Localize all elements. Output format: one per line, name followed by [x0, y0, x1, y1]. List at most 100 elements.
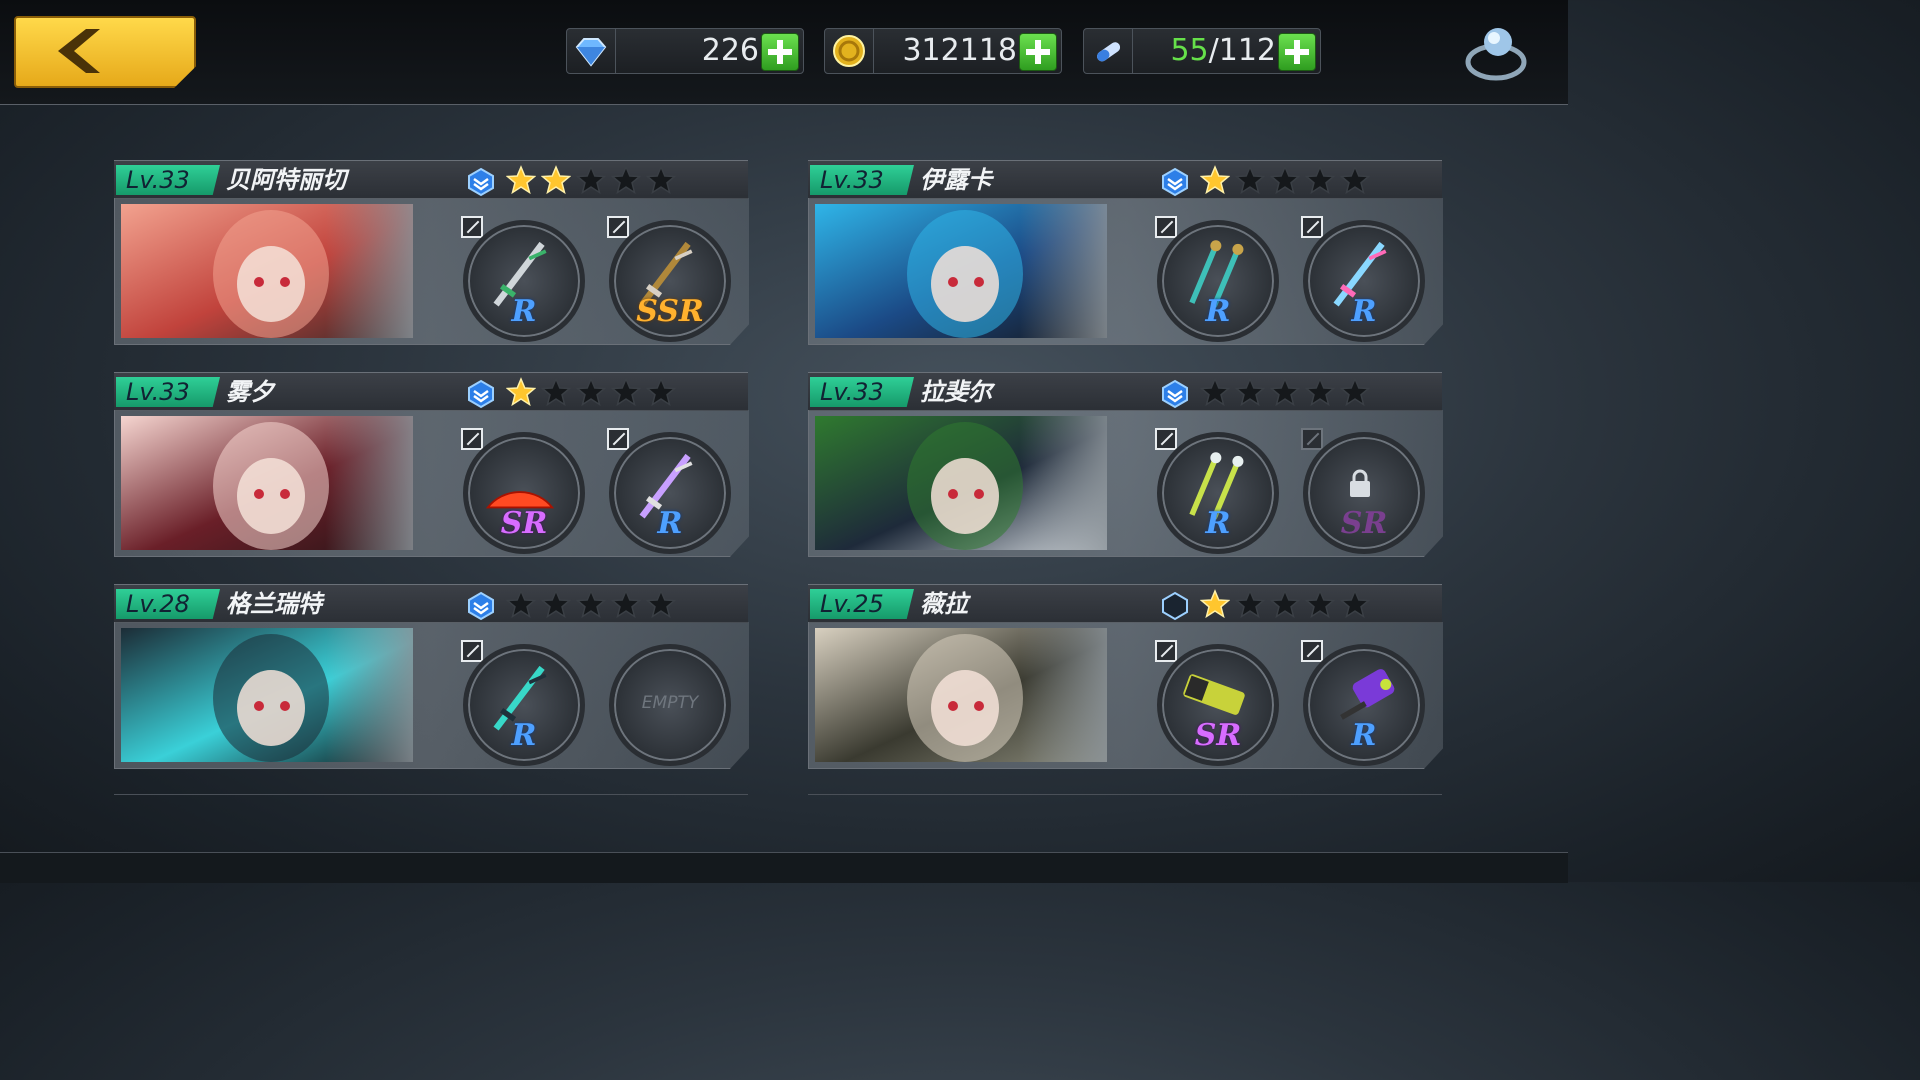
star-empty-icon [1340, 377, 1370, 407]
divider [114, 794, 748, 795]
character-portrait[interactable] [815, 416, 1107, 550]
rank-shield-icon [468, 591, 494, 621]
character-portrait[interactable] [815, 204, 1107, 338]
character-portrait[interactable] [121, 628, 413, 762]
star-empty-icon [541, 377, 571, 407]
weapon-slot[interactable]: SSR [609, 220, 731, 342]
back-button[interactable] [14, 16, 196, 88]
gold-value: 312118 [902, 33, 1017, 68]
weapon-slot[interactable]: R [1303, 644, 1425, 766]
rank-shield-icon [1162, 591, 1188, 621]
star-empty-icon [1340, 589, 1370, 619]
level-badge: Lv.25 [810, 589, 914, 619]
star-rating [1200, 377, 1375, 411]
star-filled-icon [1200, 165, 1230, 195]
divider [808, 794, 1442, 795]
star-empty-icon [576, 589, 606, 619]
level-badge: Lv.28 [116, 589, 220, 619]
card-body: R R [808, 198, 1443, 345]
locked-weapon-slot[interactable]: SR [1303, 432, 1425, 554]
star-empty-icon [1305, 589, 1335, 619]
character-portrait[interactable] [121, 416, 413, 550]
add-diamond-button[interactable] [761, 33, 799, 71]
gold-counter: 312118 [824, 28, 1062, 74]
diamond-counter: 226 [566, 28, 804, 74]
stamina-current: 55 [1170, 33, 1209, 68]
lock-icon [1350, 469, 1370, 497]
portrait-image [815, 204, 1107, 338]
bottom-bar [0, 852, 1568, 883]
weapon-slot[interactable]: SR [1157, 644, 1279, 766]
card-header: Lv.33 拉斐尔 [808, 372, 1442, 411]
card-header: Lv.28 格兰瑞特 [114, 584, 748, 623]
divider [615, 29, 616, 73]
weapon-slot[interactable]: R [463, 220, 585, 342]
character-name: 薇拉 [920, 590, 968, 618]
weapon-slot[interactable]: R [463, 644, 585, 766]
gold-coin-icon [833, 35, 865, 67]
star-empty-icon [1200, 377, 1230, 407]
weapon-slot[interactable]: R [1157, 220, 1279, 342]
star-rating [1200, 589, 1375, 623]
star-empty-icon [646, 377, 676, 407]
portrait-image [815, 416, 1107, 550]
rarity-label: SR [1340, 506, 1388, 541]
character-card[interactable]: Lv.28 格兰瑞特 R EMPTY [114, 584, 749, 769]
portrait-image [121, 628, 413, 762]
star-empty-icon [611, 589, 641, 619]
star-empty-icon [541, 589, 571, 619]
star-empty-icon [1305, 165, 1335, 195]
rarity-label: R [1351, 718, 1377, 753]
rank-shield-icon [1162, 167, 1188, 197]
add-stamina-button[interactable] [1278, 33, 1316, 71]
character-card[interactable]: Lv.33 拉斐尔 R SR [808, 372, 1443, 557]
star-empty-icon [646, 589, 676, 619]
character-card[interactable]: Lv.33 伊露卡 R R [808, 160, 1443, 345]
star-empty-icon [611, 377, 641, 407]
rarity-label: R [1351, 294, 1377, 329]
portrait-image [121, 416, 413, 550]
diamond-value: 226 [701, 33, 759, 68]
star-empty-icon [1270, 589, 1300, 619]
star-empty-icon [646, 165, 676, 195]
rank-shield-icon [468, 167, 494, 197]
weapon-slot[interactable]: R [1157, 432, 1279, 554]
star-empty-icon [576, 165, 606, 195]
ring-icon[interactable] [1460, 22, 1530, 84]
empty-slot-label: EMPTY [641, 693, 699, 713]
rarity-label: R [657, 506, 683, 541]
level-badge: Lv.33 [810, 165, 914, 195]
star-rating [506, 165, 681, 199]
star-rating [506, 377, 681, 411]
weapon-slot[interactable]: SR [463, 432, 585, 554]
empty-weapon-slot[interactable]: EMPTY [609, 644, 731, 766]
divider [1132, 29, 1133, 73]
card-body: R EMPTY [114, 622, 749, 769]
card-body: R SSR [114, 198, 749, 345]
star-empty-icon [1235, 589, 1265, 619]
stamina-capsule-icon [1097, 42, 1121, 62]
edit-weapon-button[interactable] [1301, 428, 1323, 450]
star-empty-icon [506, 589, 536, 619]
chevron-left-icon [58, 29, 100, 73]
level-badge: Lv.33 [116, 165, 220, 195]
card-header: Lv.33 贝阿特丽切 [114, 160, 748, 199]
star-empty-icon [576, 377, 606, 407]
star-empty-icon [611, 165, 641, 195]
character-card[interactable]: Lv.33 雾夕 SR R [114, 372, 749, 557]
divider [873, 29, 874, 73]
star-rating [506, 589, 681, 623]
weapon-slot[interactable]: R [1303, 220, 1425, 342]
star-rating [1200, 165, 1375, 199]
character-card[interactable]: Lv.25 薇拉 SR R [808, 584, 1443, 769]
stamina-value: 55/112 [1170, 33, 1276, 69]
add-gold-button[interactable] [1019, 33, 1057, 71]
rarity-label: R [1205, 506, 1231, 541]
character-name: 格兰瑞特 [226, 590, 322, 618]
star-empty-icon [1270, 377, 1300, 407]
character-card[interactable]: Lv.33 贝阿特丽切 R SSR [114, 160, 749, 345]
portrait-image [121, 204, 413, 338]
character-portrait[interactable] [121, 204, 413, 338]
weapon-slot[interactable]: R [609, 432, 731, 554]
character-portrait[interactable] [815, 628, 1107, 762]
